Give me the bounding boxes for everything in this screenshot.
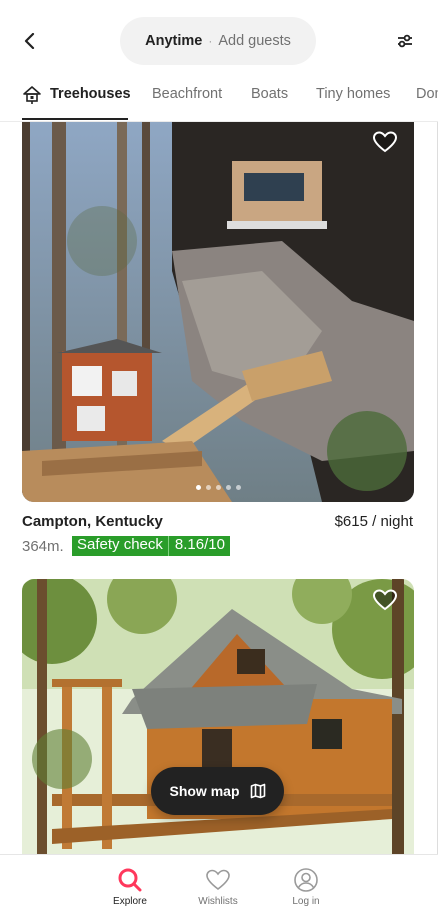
search-guests: Add guests bbox=[218, 33, 291, 49]
tab-dom[interactable]: Dom bbox=[416, 86, 438, 115]
carousel-dot bbox=[225, 485, 231, 490]
heart-outline-icon bbox=[372, 131, 398, 153]
listing-photo[interactable] bbox=[22, 579, 414, 859]
user-circle-icon bbox=[294, 868, 318, 892]
show-map-label: Show map bbox=[169, 783, 240, 799]
treehouse-photo bbox=[22, 121, 414, 502]
search-separator: · bbox=[208, 34, 213, 48]
listing-price: $615 / night bbox=[334, 513, 413, 530]
active-tab-indicator bbox=[22, 118, 128, 120]
scrollbar-edge bbox=[437, 0, 438, 919]
heart-icon bbox=[206, 869, 230, 891]
tab-boats[interactable]: Boats bbox=[251, 86, 288, 115]
photo-carousel-dots bbox=[22, 485, 414, 490]
search-icon bbox=[118, 868, 142, 892]
wishlist-heart-button[interactable] bbox=[372, 587, 398, 613]
filters-button[interactable] bbox=[392, 28, 418, 54]
tab-beachfront[interactable]: Beachfront bbox=[152, 86, 222, 115]
carousel-dot bbox=[195, 485, 201, 490]
bottom-nav: Explore Wishlists Log in bbox=[0, 854, 438, 920]
wishlist-heart-button[interactable] bbox=[372, 129, 398, 155]
show-map-button[interactable]: Show map bbox=[151, 767, 284, 815]
safety-check-badge: Safety check 8.16/10 bbox=[72, 536, 230, 556]
carousel-dot bbox=[235, 485, 241, 490]
nav-wishlists-label: Wishlists bbox=[198, 896, 238, 907]
back-button[interactable] bbox=[16, 27, 44, 55]
listing-photo[interactable] bbox=[22, 121, 414, 502]
nav-explore-label: Explore bbox=[113, 896, 147, 907]
cabin-photo bbox=[22, 579, 414, 859]
nav-explore[interactable]: Explore bbox=[100, 867, 160, 907]
safety-check-label: Safety check bbox=[72, 536, 169, 556]
top-bar: Anytime · Add guests bbox=[0, 0, 441, 80]
nav-log-in-label: Log in bbox=[292, 896, 320, 907]
category-tabs: Treehouses Beachfront Boats Tiny homes D… bbox=[0, 80, 438, 122]
search-pill[interactable]: Anytime · Add guests bbox=[120, 17, 316, 65]
tab-treehouses[interactable]: Treehouses bbox=[50, 86, 131, 115]
safety-check-score: 8.16/10 bbox=[174, 536, 225, 553]
nav-log-in[interactable]: Log in bbox=[276, 867, 336, 907]
tab-tiny-homes[interactable]: Tiny homes bbox=[316, 86, 390, 115]
heart-outline-icon bbox=[372, 589, 398, 611]
map-icon bbox=[250, 783, 265, 799]
listing-distance: 364m. bbox=[22, 538, 64, 555]
carousel-dot bbox=[215, 485, 221, 490]
filter-icon bbox=[398, 34, 412, 48]
nav-wishlists[interactable]: Wishlists bbox=[188, 867, 248, 907]
treehouse-icon bbox=[23, 86, 41, 104]
listing-location[interactable]: Campton, Kentucky bbox=[22, 513, 163, 530]
chevron-left-icon bbox=[24, 33, 35, 49]
carousel-dot bbox=[205, 485, 211, 490]
search-when: Anytime bbox=[145, 33, 203, 49]
